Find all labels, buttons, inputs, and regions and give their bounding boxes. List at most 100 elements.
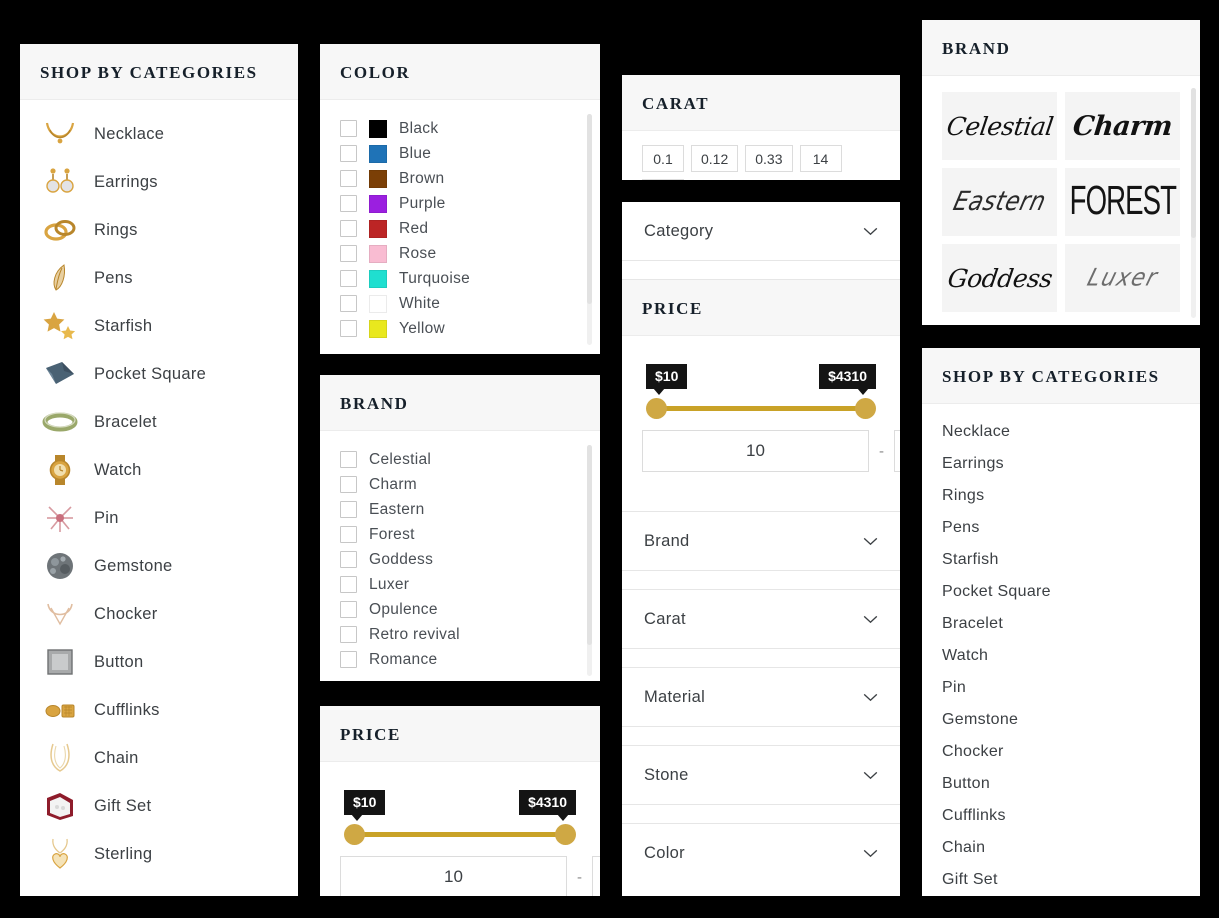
carat-chip[interactable]: 0.1 xyxy=(642,145,684,172)
scrollbar-thumb[interactable] xyxy=(587,445,592,645)
list-item[interactable]: Sterling xyxy=(40,830,278,878)
checkbox-icon[interactable] xyxy=(340,295,357,312)
checkbox-icon[interactable] xyxy=(340,651,357,668)
list-item[interactable]: Watch xyxy=(40,446,278,494)
price-min-input[interactable] xyxy=(642,430,869,472)
list-item[interactable]: Necklace xyxy=(40,110,278,158)
slider-handle-min[interactable] xyxy=(344,824,365,845)
brand-option-row[interactable]: Charm xyxy=(340,472,580,497)
scrollbar-track[interactable] xyxy=(587,114,592,345)
checkbox-icon[interactable] xyxy=(340,120,357,137)
slider-handle-max[interactable] xyxy=(855,398,876,419)
checkbox-icon[interactable] xyxy=(340,451,357,468)
carat-chip[interactable]: 9 xyxy=(642,179,684,180)
chevron-down-icon[interactable] xyxy=(863,849,878,858)
list-item[interactable]: Button xyxy=(40,638,278,686)
brand-option-row[interactable]: Retro revival xyxy=(340,622,580,647)
category-link[interactable]: Pin xyxy=(942,672,1180,704)
checkbox-icon[interactable] xyxy=(340,576,357,593)
checkbox-icon[interactable] xyxy=(340,476,357,493)
checkbox-icon[interactable] xyxy=(340,170,357,187)
list-item[interactable]: Bracelet xyxy=(40,398,278,446)
accordion-header-carat[interactable]: Carat xyxy=(622,590,900,648)
category-link[interactable]: Necklace xyxy=(942,416,1180,448)
checkbox-icon[interactable] xyxy=(340,526,357,543)
color-option-row[interactable]: Brown xyxy=(340,166,580,191)
checkbox-icon[interactable] xyxy=(340,551,357,568)
list-item[interactable]: Pocket Square xyxy=(40,350,278,398)
list-item[interactable]: Earrings xyxy=(40,158,278,206)
price-max-input[interactable] xyxy=(894,430,900,472)
brand-option-row[interactable]: Opulence xyxy=(340,597,580,622)
price-min-input[interactable] xyxy=(340,856,567,896)
chevron-down-icon[interactable] xyxy=(863,615,878,624)
slider-rail[interactable] xyxy=(654,406,868,411)
chevron-down-icon[interactable] xyxy=(863,227,878,236)
scrollbar-thumb[interactable] xyxy=(587,114,592,304)
slider-handle-max[interactable] xyxy=(555,824,576,845)
scrollbar-track[interactable] xyxy=(587,445,592,676)
checkbox-icon[interactable] xyxy=(340,245,357,262)
carat-chip[interactable]: 0.33 xyxy=(745,145,793,172)
brand-logo-tile[interactable]: Celestial xyxy=(942,92,1057,160)
brand-logo-tile[interactable]: Goddess xyxy=(942,244,1057,312)
color-option-row[interactable]: Red xyxy=(340,216,580,241)
carat-chip[interactable]: 0.12 xyxy=(691,145,739,172)
checkbox-icon[interactable] xyxy=(340,145,357,162)
checkbox-icon[interactable] xyxy=(340,270,357,287)
checkbox-icon[interactable] xyxy=(340,320,357,337)
list-item[interactable]: Starfish xyxy=(40,302,278,350)
list-item[interactable]: Cufflinks xyxy=(40,686,278,734)
list-item[interactable]: Gemstone xyxy=(40,542,278,590)
carat-chip[interactable]: 14 xyxy=(799,145,842,172)
category-link[interactable]: Pocket Square xyxy=(942,576,1180,608)
category-link[interactable]: Chain xyxy=(942,832,1180,864)
color-option-row[interactable]: Rose xyxy=(340,241,580,266)
color-option-row[interactable]: Yellow xyxy=(340,316,580,341)
list-item[interactable]: Chain xyxy=(40,734,278,782)
category-link[interactable]: Button xyxy=(942,768,1180,800)
category-link[interactable]: Earrings xyxy=(942,448,1180,480)
checkbox-icon[interactable] xyxy=(340,220,357,237)
slider-handle-min[interactable] xyxy=(646,398,667,419)
brand-logo-tile[interactable]: FOREST xyxy=(1065,168,1180,236)
checkbox-icon[interactable] xyxy=(340,601,357,618)
slider-rail[interactable] xyxy=(352,832,568,837)
accordion-header-color[interactable]: Color xyxy=(622,824,900,882)
brand-option-row[interactable]: Luxer xyxy=(340,572,580,597)
category-link[interactable]: Cufflinks xyxy=(942,800,1180,832)
scrollbar-track[interactable] xyxy=(1191,88,1196,318)
brand-option-row[interactable]: Goddess xyxy=(340,547,580,572)
category-link[interactable]: Pens xyxy=(942,512,1180,544)
brand-option-row[interactable]: Forest xyxy=(340,522,580,547)
category-link[interactable]: Chocker xyxy=(942,736,1180,768)
chevron-down-icon[interactable] xyxy=(863,537,878,546)
scrollbar-thumb[interactable] xyxy=(1191,88,1196,238)
category-link[interactable]: Gemstone xyxy=(942,704,1180,736)
list-item[interactable]: Gift Set xyxy=(40,782,278,830)
accordion-header-brand[interactable]: Brand xyxy=(622,512,900,570)
brand-logo-tile[interactable]: Eastern xyxy=(942,168,1057,236)
list-item[interactable]: Pens xyxy=(40,254,278,302)
checkbox-icon[interactable] xyxy=(340,195,357,212)
checkbox-icon[interactable] xyxy=(340,626,357,643)
color-option-row[interactable]: White xyxy=(340,291,580,316)
category-link[interactable]: Gift Set xyxy=(942,864,1180,896)
chevron-down-icon[interactable] xyxy=(863,693,878,702)
list-item[interactable]: Chocker xyxy=(40,590,278,638)
brand-logo-tile[interactable]: Charm xyxy=(1065,92,1180,160)
color-option-row[interactable]: Black xyxy=(340,116,580,141)
brand-option-row[interactable]: Eastern xyxy=(340,497,580,522)
category-link[interactable]: Starfish xyxy=(942,544,1180,576)
list-item[interactable]: Pin xyxy=(40,494,278,542)
price-range-slider[interactable]: $10 $4310 xyxy=(646,364,876,426)
category-link[interactable]: Bracelet xyxy=(942,608,1180,640)
color-option-row[interactable]: Purple xyxy=(340,191,580,216)
color-option-row[interactable]: Turquoise xyxy=(340,266,580,291)
price-max-input[interactable] xyxy=(592,856,600,896)
color-option-row[interactable]: Blue xyxy=(340,141,580,166)
brand-logo-tile[interactable]: Luxer xyxy=(1065,244,1180,312)
category-link[interactable]: Rings xyxy=(942,480,1180,512)
price-range-slider[interactable]: $10 $4310 xyxy=(344,790,576,852)
chevron-down-icon[interactable] xyxy=(863,771,878,780)
